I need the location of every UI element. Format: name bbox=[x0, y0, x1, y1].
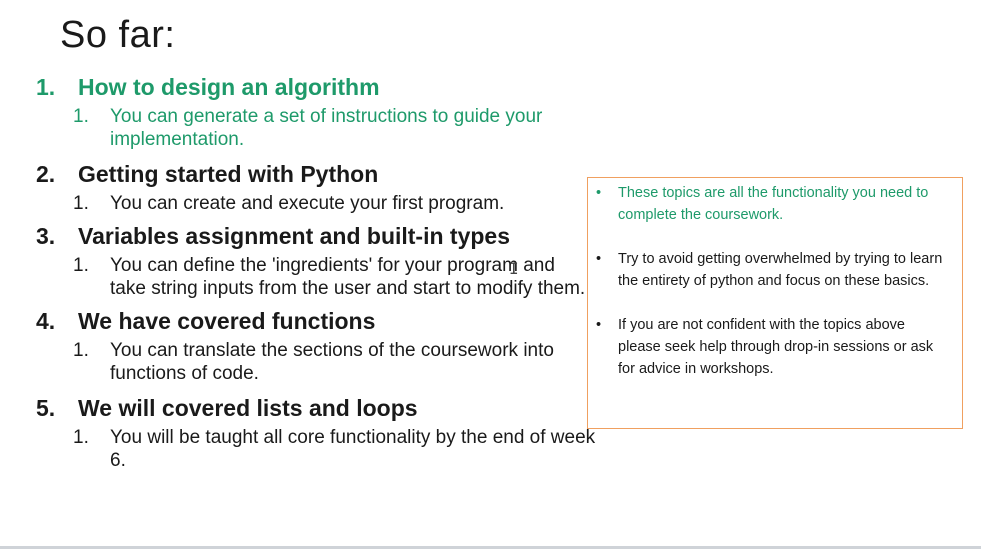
note-item: • Try to avoid getting overwhelmed by tr… bbox=[592, 248, 950, 292]
topic-number: 5. bbox=[36, 395, 56, 421]
topic-subitem: 1. You can create and execute your first… bbox=[36, 192, 596, 215]
slide-title: So far: bbox=[60, 14, 176, 56]
subitem-text: You can generate a set of instructions t… bbox=[110, 106, 543, 150]
bullet-icon: • bbox=[596, 251, 602, 267]
subitem-number: 1. bbox=[73, 193, 89, 214]
topic-heading-text: Getting started with Python bbox=[78, 161, 379, 187]
topic-subitem: 1. You can generate a set of instruction… bbox=[36, 105, 596, 151]
text-cursor-icon: I bbox=[509, 259, 519, 278]
note-text: These topics are all the functionality y… bbox=[618, 185, 929, 223]
topic-number: 1. bbox=[36, 74, 56, 100]
note-text: If you are not confident with the topics… bbox=[618, 317, 934, 377]
subitem-text: You can translate the sections of the co… bbox=[110, 340, 554, 384]
subitem-number: 1. bbox=[73, 427, 89, 448]
topic-heading: 4. We have covered functions bbox=[36, 306, 596, 337]
topic-heading: 5. We will covered lists and loops bbox=[36, 393, 596, 424]
subitem-text: You can create and execute your first pr… bbox=[110, 193, 505, 214]
topic-item: 4. We have covered functions 1. You can … bbox=[36, 306, 596, 385]
topic-number: 3. bbox=[36, 223, 56, 249]
note-item: • If you are not confident with the topi… bbox=[592, 314, 950, 380]
note-text: Try to avoid getting overwhelmed by tryi… bbox=[618, 251, 943, 289]
topic-heading: 1. How to design an algorithm bbox=[36, 72, 596, 103]
topic-heading-text: How to design an algorithm bbox=[78, 74, 380, 100]
topic-item: 2. Getting started with Python 1. You ca… bbox=[36, 159, 596, 215]
bullet-icon: • bbox=[596, 185, 602, 201]
topic-heading-text: We will covered lists and loops bbox=[78, 395, 418, 421]
subitem-number: 1. bbox=[73, 255, 89, 276]
topic-heading-text: We have covered functions bbox=[78, 308, 376, 334]
subitem-number: 1. bbox=[73, 340, 89, 361]
slide: So far: 1. How to design an algorithm 1.… bbox=[0, 0, 981, 549]
topic-number: 2. bbox=[36, 161, 56, 187]
bullet-icon: • bbox=[596, 317, 602, 333]
topic-number: 4. bbox=[36, 308, 56, 334]
topic-item: 5. We will covered lists and loops 1. Yo… bbox=[36, 393, 596, 472]
topic-heading: 3. Variables assignment and built-in typ… bbox=[36, 221, 596, 252]
subitem-number: 1. bbox=[73, 106, 89, 127]
subitem-text: You will be taught all core functionalit… bbox=[110, 427, 596, 471]
topic-item: 1. How to design an algorithm 1. You can… bbox=[36, 72, 596, 151]
topic-heading-text: Variables assignment and built-in types bbox=[78, 223, 511, 249]
topic-subitem: 1. You will be taught all core functiona… bbox=[36, 426, 596, 472]
topic-subitem: 1. You can translate the sections of the… bbox=[36, 339, 596, 385]
notes-box: • These topics are all the functionality… bbox=[587, 177, 963, 429]
topic-heading: 2. Getting started with Python bbox=[36, 159, 596, 190]
note-item: • These topics are all the functionality… bbox=[592, 182, 950, 226]
